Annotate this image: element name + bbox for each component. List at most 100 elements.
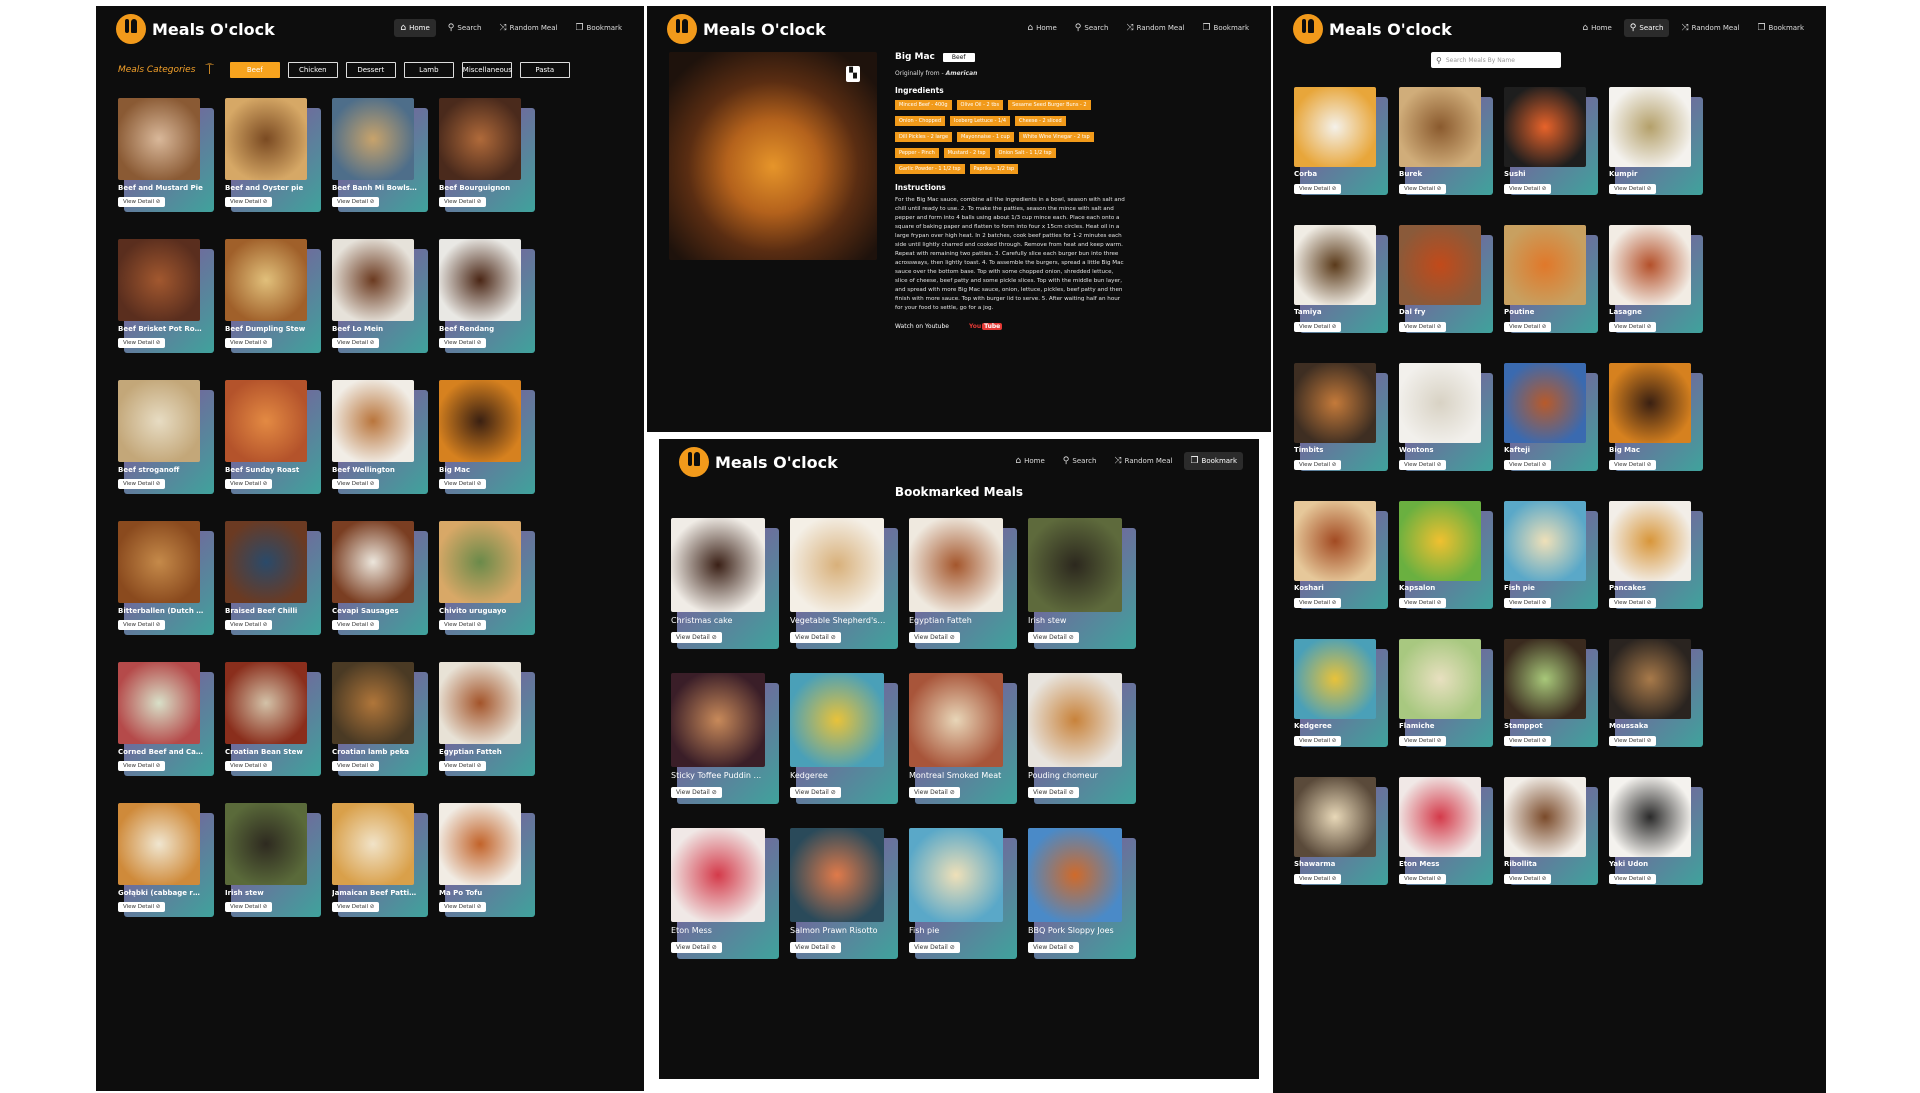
meal-card[interactable]: Eton Mess View Detail ⊘ [1399,777,1493,885]
nav-search[interactable]: ⚲ Search [1057,452,1103,470]
meal-thumbnail[interactable] [225,380,307,462]
meal-thumbnail[interactable] [439,380,521,462]
meal-thumbnail[interactable] [1504,501,1586,581]
view-detail-button[interactable]: View Detail ⊘ [790,632,841,643]
meal-card[interactable]: Montreal Smoked Meat View Detail ⊘ [909,673,1017,804]
meal-card[interactable]: Stamppot View Detail ⊘ [1504,639,1598,747]
meal-thumbnail[interactable] [118,98,200,180]
view-detail-button[interactable]: View Detail ⊘ [439,761,487,771]
nav-search[interactable]: ⚲ Search [1069,19,1115,37]
meal-card[interactable]: Moussaka View Detail ⊘ [1609,639,1703,747]
meal-card[interactable]: Sticky Toffee Puddin ... View Detail ⊘ [671,673,779,804]
meal-thumbnail[interactable] [671,673,765,767]
view-detail-button[interactable]: View Detail ⊘ [225,197,273,207]
meal-card[interactable]: Christmas cake View Detail ⊘ [671,518,779,649]
meal-thumbnail[interactable] [118,521,200,603]
meal-card[interactable]: Pancakes View Detail ⊘ [1609,501,1703,609]
meal-card[interactable]: Beef stroganoff View Detail ⊘ [118,380,214,494]
nav-random[interactable]: ⤨ Random Meal [1675,19,1745,37]
meal-card[interactable]: Beef and Oyster pie View Detail ⊘ [225,98,321,212]
nav-home[interactable]: ⌂ Home [1009,452,1050,470]
category-lamb[interactable]: Lamb [403,62,454,78]
view-detail-button[interactable]: View Detail ⊘ [1609,460,1657,470]
meal-card[interactable]: Shawarma View Detail ⊘ [1294,777,1388,885]
meal-thumbnail[interactable] [671,518,765,612]
meal-thumbnail[interactable] [332,521,414,603]
view-detail-button[interactable]: View Detail ⊘ [1294,874,1342,884]
view-detail-button[interactable]: View Detail ⊘ [332,197,380,207]
meal-card[interactable]: Dal fry View Detail ⊘ [1399,225,1493,333]
view-detail-button[interactable]: View Detail ⊘ [1609,184,1657,194]
bookmark-toggle-icon[interactable]: ▚ [846,66,860,82]
meal-thumbnail[interactable] [1504,777,1586,857]
meal-card[interactable]: Beef Sunday Roast View Detail ⊘ [225,380,321,494]
view-detail-button[interactable]: View Detail ⊘ [225,479,273,489]
meal-thumbnail[interactable] [1609,777,1691,857]
meal-card[interactable]: Jamaican Beef Patties View Detail ⊘ [332,803,428,917]
brand-logo[interactable]: Meals O'clock [116,14,275,44]
view-detail-button[interactable]: View Detail ⊘ [1504,460,1552,470]
nav-bookmark[interactable]: ❐ Bookmark [1184,452,1243,470]
category-beef[interactable]: Beef [229,62,280,78]
meal-card[interactable]: Kedgeree View Detail ⊘ [1294,639,1388,747]
view-detail-button[interactable]: View Detail ⊘ [1399,598,1447,608]
meal-thumbnail[interactable] [332,239,414,321]
view-detail-button[interactable]: View Detail ⊘ [1028,787,1079,798]
nav-bookmark[interactable]: ❐ Bookmark [569,19,628,37]
meal-card[interactable]: Yaki Udon View Detail ⊘ [1609,777,1703,885]
meal-thumbnail[interactable] [1028,828,1122,922]
view-detail-button[interactable]: View Detail ⊘ [332,902,380,912]
view-detail-button[interactable]: View Detail ⊘ [1504,322,1552,332]
view-detail-button[interactable]: View Detail ⊘ [1609,874,1657,884]
meal-thumbnail[interactable] [909,518,1003,612]
nav-bookmark[interactable]: ❐ Bookmark [1196,19,1255,37]
meal-thumbnail[interactable] [1028,518,1122,612]
view-detail-button[interactable]: View Detail ⊘ [225,761,273,771]
nav-random[interactable]: ⤨ Random Meal [493,19,563,37]
search-input[interactable]: ⚲ Search Meals By Name [1431,52,1561,68]
meal-card[interactable]: Egyptian Fatteh View Detail ⊘ [439,662,535,776]
view-detail-button[interactable]: View Detail ⊘ [118,197,166,207]
meal-card[interactable]: Corba View Detail ⊘ [1294,87,1388,195]
meal-card[interactable]: Koshari View Detail ⊘ [1294,501,1388,609]
view-detail-button[interactable]: View Detail ⊘ [1399,322,1447,332]
meal-thumbnail[interactable] [1294,363,1376,443]
meal-thumbnail[interactable] [332,98,414,180]
brand-logo[interactable]: Meals O'clock [667,14,826,44]
meal-thumbnail[interactable] [1399,87,1481,167]
nav-random[interactable]: ⤨ Random Meal [1108,452,1178,470]
meal-card[interactable]: Cevapi Sausages View Detail ⊘ [332,521,428,635]
meal-card[interactable]: Corned Beef and Cabb ... View Detail ⊘ [118,662,214,776]
view-detail-button[interactable]: View Detail ⊘ [1399,874,1447,884]
meal-thumbnail[interactable] [1504,363,1586,443]
meal-card[interactable]: Burek View Detail ⊘ [1399,87,1493,195]
meal-card[interactable]: Eton Mess View Detail ⊘ [671,828,779,959]
view-detail-button[interactable]: View Detail ⊘ [790,787,841,798]
view-detail-button[interactable]: View Detail ⊘ [909,942,960,953]
meal-thumbnail[interactable] [1609,501,1691,581]
meal-card[interactable]: Beef Rendang View Detail ⊘ [439,239,535,353]
view-detail-button[interactable]: View Detail ⊘ [118,338,166,348]
nav-search[interactable]: ⚲ Search [1623,19,1670,37]
meal-card[interactable]: Big Mac View Detail ⊘ [1609,363,1703,471]
meal-thumbnail[interactable] [909,673,1003,767]
meal-card[interactable]: Kedgeree View Detail ⊘ [790,673,898,804]
view-detail-button[interactable]: View Detail ⊘ [671,632,722,643]
view-detail-button[interactable]: View Detail ⊘ [1399,460,1447,470]
view-detail-button[interactable]: View Detail ⊘ [1609,322,1657,332]
category-miscellaneous[interactable]: Miscellaneous [461,62,512,78]
view-detail-button[interactable]: View Detail ⊘ [439,902,487,912]
view-detail-button[interactable]: View Detail ⊘ [1399,736,1447,746]
meal-card[interactable]: Beef Dumpling Stew View Detail ⊘ [225,239,321,353]
meal-card[interactable]: Irish stew View Detail ⊘ [225,803,321,917]
meal-card[interactable]: Sushi View Detail ⊘ [1504,87,1598,195]
meal-card[interactable]: Ribollita View Detail ⊘ [1504,777,1598,885]
meal-thumbnail[interactable] [118,662,200,744]
meal-thumbnail[interactable] [1294,225,1376,305]
meal-thumbnail[interactable] [225,239,307,321]
view-detail-button[interactable]: View Detail ⊘ [1294,322,1342,332]
meal-thumbnail[interactable] [332,380,414,462]
meal-card[interactable]: Gołąbki (cabbage roll) View Detail ⊘ [118,803,214,917]
meal-thumbnail[interactable] [1399,639,1481,719]
meal-thumbnail[interactable] [1399,363,1481,443]
